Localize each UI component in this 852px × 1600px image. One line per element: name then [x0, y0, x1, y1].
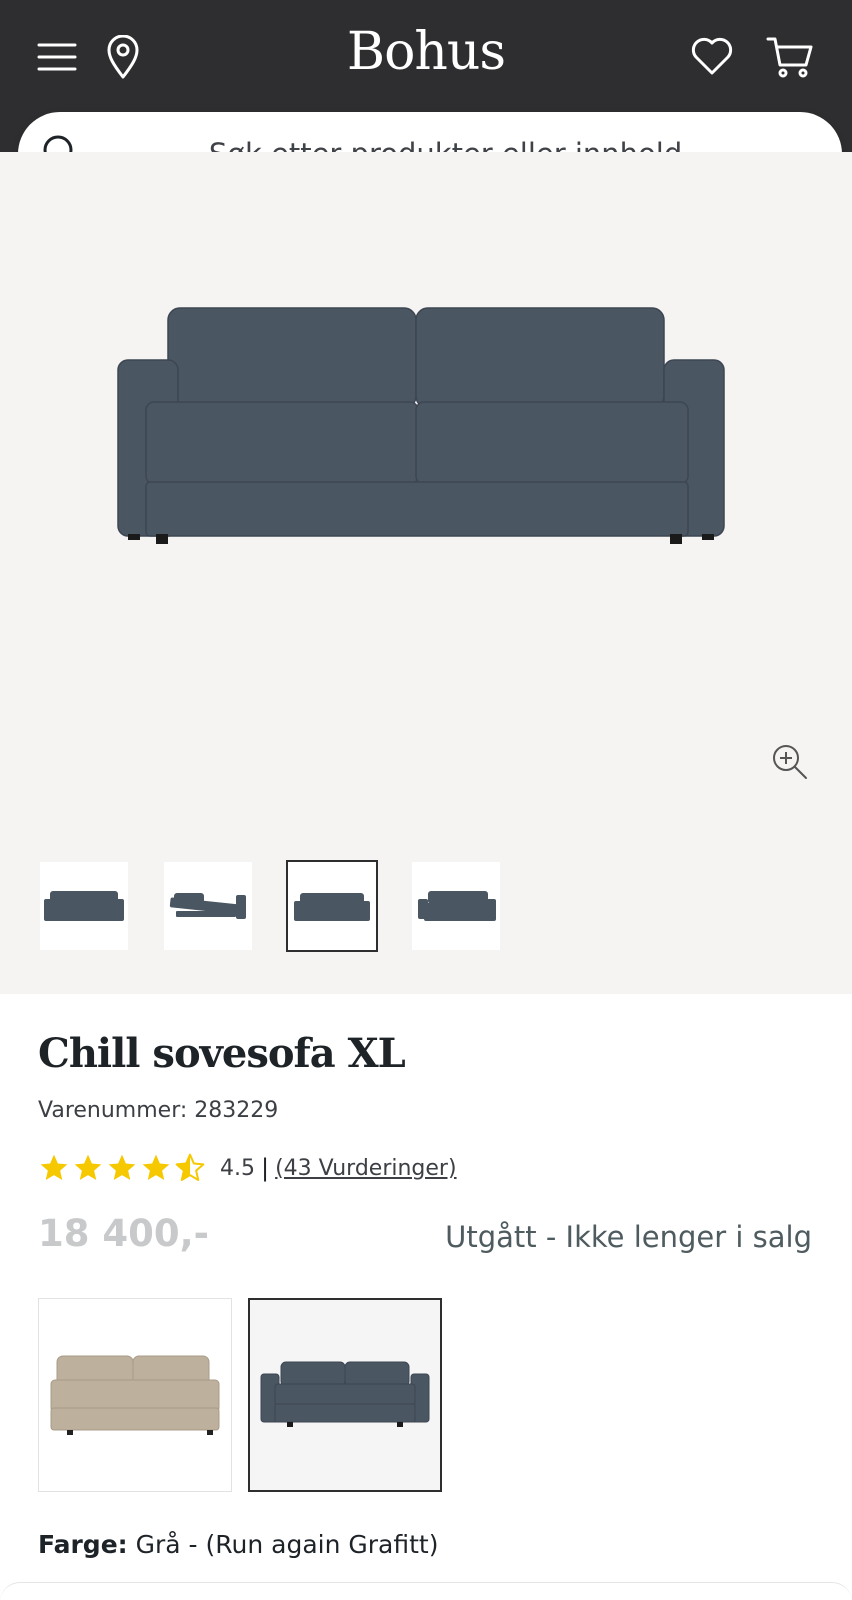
color-info: Farge: Grå - (Run again Grafitt): [38, 1530, 438, 1559]
product-price: 18 400,-: [38, 1212, 210, 1255]
color-label: Farge:: [38, 1530, 128, 1559]
product-gallery: [0, 152, 852, 994]
star-full-icon: [108, 1154, 136, 1180]
gallery-thumbnail[interactable]: [412, 862, 500, 950]
rating-row: 4.5 | (43 Vurderinger): [38, 1150, 457, 1186]
zoom-in-icon[interactable]: [770, 742, 810, 782]
star-half-icon: [175, 1153, 205, 1181]
reviews-link[interactable]: (43 Vurderinger): [275, 1156, 456, 1181]
gallery-thumbnail[interactable]: [40, 862, 128, 950]
heart-icon[interactable]: [688, 32, 736, 80]
bottom-sheet-edge: [0, 1582, 852, 1600]
variant-beige-sofa[interactable]: [38, 1298, 232, 1492]
variant-grey-blue-sofa[interactable]: [248, 1298, 442, 1492]
product-main-image[interactable]: [110, 302, 742, 552]
rating-separator: |: [261, 1154, 270, 1182]
star-full-icon: [74, 1154, 102, 1180]
color-value: Grå - (Run again Grafitt): [135, 1530, 439, 1559]
product-title: Chill sovesofa XL: [38, 1030, 406, 1077]
gallery-thumbnail-selected[interactable]: [286, 860, 378, 952]
rating-value: 4.5: [220, 1155, 255, 1181]
gallery-thumbnail[interactable]: [164, 862, 252, 950]
star-full-icon: [40, 1154, 68, 1180]
product-sku: Varenummer: 283229: [38, 1098, 279, 1123]
cart-icon[interactable]: [764, 32, 816, 82]
availability-status: Utgått - Ikke lenger i salg: [445, 1220, 812, 1254]
star-full-icon: [142, 1154, 170, 1180]
